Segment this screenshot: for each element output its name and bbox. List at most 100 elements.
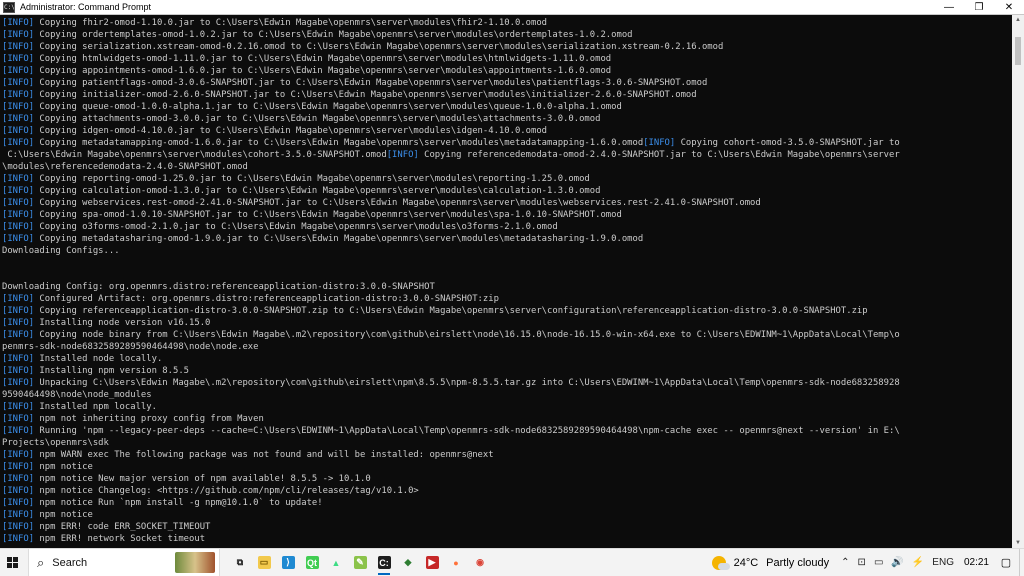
console-line: [INFO] Copying webservices.rest-omod-2.4… xyxy=(2,197,1012,209)
line-text: Copying calculation-omod-1.3.0.jar to C:… xyxy=(34,186,601,196)
taskbar-app-button[interactable]: ▭ xyxy=(252,549,276,576)
line-text: penmrs-sdk-node6832589289590464498\node\… xyxy=(2,342,259,352)
info-tag: [INFO] xyxy=(2,402,35,412)
window-title: Administrator: Command Prompt xyxy=(20,2,152,12)
partly-cloudy-icon xyxy=(711,555,730,570)
scroll-up-arrow-icon[interactable]: ▲ xyxy=(1012,15,1024,25)
volume-icon[interactable]: 🔊 xyxy=(891,557,903,568)
info-tag: [INFO] xyxy=(2,90,35,100)
line-text: npm WARN exec The following package was … xyxy=(34,450,494,460)
line-text: Copying initializer-omod-2.6.0-SNAPSHOT.… xyxy=(34,90,697,100)
show-hidden-icons-icon[interactable]: ⌃ xyxy=(841,557,849,568)
console-line: [INFO] npm WARN exec The following packa… xyxy=(2,449,1012,461)
console-line: [INFO] npm notice xyxy=(2,509,1012,521)
console-line: [INFO] Copying fhir2-omod-1.10.0.jar to … xyxy=(2,17,1012,29)
taskbar-app-button[interactable]: C: xyxy=(372,549,396,576)
taskbar-app-button[interactable]: ⧉ xyxy=(228,549,252,576)
line-text: npm ERR! network Socket timeout xyxy=(34,534,206,544)
taskbar-app-button[interactable]: ✎ xyxy=(348,549,372,576)
console-line: [INFO] Copying spa-omod-1.0.10-SNAPSHOT.… xyxy=(2,209,1012,221)
console-line: Projects\openmrs\sdk xyxy=(2,437,1012,449)
taskbar-app-button[interactable]: ◆ xyxy=(396,549,420,576)
info-tag: [INFO] xyxy=(2,42,35,52)
firefox-icon: ● xyxy=(453,557,459,568)
taskbar-clock[interactable]: 02:21 xyxy=(964,557,989,568)
info-tag: [INFO] xyxy=(2,426,35,436)
line-text: Copying referenceapplication-distro-3.0.… xyxy=(34,306,868,316)
info-tag: [INFO] xyxy=(2,78,35,88)
system-tray: 24°C Partly cloudy ⌃ ⊡ ▭ 🔊 ⚡ ENG 02:21 ▢ xyxy=(711,549,1024,576)
info-tag: [INFO] xyxy=(2,174,35,184)
console-line: [INFO] Copying reporting-omod-1.25.0.jar… xyxy=(2,173,1012,185)
info-tag: [INFO] xyxy=(2,450,35,460)
line-text: Copying node binary from C:\Users\Edwin … xyxy=(34,330,900,340)
taskbar-app-button[interactable]: ◉ xyxy=(468,549,492,576)
line-text: Installing node version v16.15.0 xyxy=(34,318,211,328)
console-line: penmrs-sdk-node6832589289590464498\node\… xyxy=(2,341,1012,353)
console-line: [INFO] Copying patientflags-omod-3.0.6-S… xyxy=(2,77,1012,89)
taskbar-app-button[interactable]: Qt xyxy=(300,549,324,576)
console-line: [INFO] npm ERR! network Socket timeout xyxy=(2,533,1012,545)
vertical-scrollbar[interactable]: ▲ ▼ xyxy=(1012,15,1024,548)
display-tray-icon[interactable]: ▭ xyxy=(874,557,883,568)
console-line: [INFO] Unpacking C:\Users\Edwin Magabe\.… xyxy=(2,377,1012,389)
info-tag: [INFO] xyxy=(2,126,35,136)
info-tag: [INFO] xyxy=(2,54,35,64)
weather-widget[interactable]: 24°C Partly cloudy xyxy=(711,555,829,570)
taskbar: ⌕ Search ⧉ ▭ ⟩ Qt ▲ ✎ C: ◆ ▶ ● ◉ 24°C Partly cloud… xyxy=(0,548,1024,576)
scrollbar-thumb[interactable] xyxy=(1015,37,1021,65)
info-tag: [INFO] xyxy=(2,474,35,484)
line-text: Installing npm version 8.5.5 xyxy=(34,366,190,376)
line-text: Copying metadatasharing-omod-1.9.0.jar t… xyxy=(34,234,644,244)
info-tag: [INFO] xyxy=(2,234,35,244)
info-tag: [INFO] xyxy=(2,306,35,316)
close-button[interactable]: ✕ xyxy=(994,0,1024,14)
maximize-button[interactable]: ❐ xyxy=(964,0,994,14)
line-text: C:\Users\Edwin Magabe\openmrs\server\mod… xyxy=(2,150,387,160)
command-prompt-icon: C: xyxy=(377,556,391,569)
console-line: [INFO] Copying metadatasharing-omod-1.9.… xyxy=(2,233,1012,245)
info-tag: [INFO] xyxy=(2,498,35,508)
console-line: [INFO] Copying attachments-omod-3.0.0.ja… xyxy=(2,113,1012,125)
minimize-button[interactable]: — xyxy=(934,0,964,14)
line-text: npm notice Changelog: <https://github.co… xyxy=(34,486,419,496)
show-desktop-button[interactable] xyxy=(1019,549,1024,576)
console-line: [INFO] Copying serialization.xstream-omo… xyxy=(2,41,1012,53)
line-text: Copying serialization.xstream-omod-0.2.1… xyxy=(34,42,724,52)
taskbar-app-button[interactable]: ● xyxy=(444,549,468,576)
console-line: [INFO] Copying referenceapplication-dist… xyxy=(2,305,1012,317)
line-text: Copying reporting-omod-1.25.0.jar to C:\… xyxy=(34,174,590,184)
network-tray-icon[interactable]: ⊡ xyxy=(858,557,866,568)
start-button[interactable] xyxy=(0,549,24,576)
taskbar-app-button[interactable]: ▶ xyxy=(420,549,444,576)
line-text: \modules\referencedemodata-2.4.0-SNAPSHO… xyxy=(2,162,248,172)
taskbar-search-box[interactable]: ⌕ Search xyxy=(28,549,220,576)
search-highlight-image xyxy=(175,552,215,573)
info-tag: [INFO] xyxy=(2,486,35,496)
info-tag: [INFO] xyxy=(2,414,35,424)
line-text: Copying htmlwidgets-omod-1.11.0.jar to C… xyxy=(34,54,612,64)
taskbar-app-button[interactable]: ▲ xyxy=(324,549,348,576)
line-text: Configured Artifact: org.openmrs.distro:… xyxy=(34,294,499,304)
window-controls: — ❐ ✕ xyxy=(934,0,1024,14)
battery-icon[interactable]: ⚡ xyxy=(912,557,924,568)
console-line: [INFO] Copying node binary from C:\Users… xyxy=(2,329,1012,341)
info-tag: [INFO] xyxy=(2,222,35,232)
line-text: Copying spa-omod-1.0.10-SNAPSHOT.jar to … xyxy=(34,210,622,220)
scroll-down-arrow-icon[interactable]: ▼ xyxy=(1012,538,1024,548)
line-text: npm notice New major version of npm avai… xyxy=(34,474,371,484)
line-text: Installed npm locally. xyxy=(34,402,157,412)
console-output[interactable]: [INFO] Copying fhir2-omod-1.10.0.jar to … xyxy=(0,15,1012,548)
info-tag: [INFO] xyxy=(2,186,35,196)
console-line: [INFO] Copying ordertemplates-omod-1.0.2… xyxy=(2,29,1012,41)
console-line: [INFO] Copying metadatamapping-omod-1.6.… xyxy=(2,137,1012,149)
language-indicator[interactable]: ENG xyxy=(932,557,954,568)
notification-icon[interactable]: ▢ xyxy=(997,554,1015,572)
taskbar-app-button[interactable]: ⟩ xyxy=(276,549,300,576)
search-label: Search xyxy=(52,556,88,569)
line-text: Copying ordertemplates-omod-1.0.2.jar to… xyxy=(34,30,633,40)
search-icon: ⌕ xyxy=(37,554,45,570)
line-text: npm not inheriting proxy config from Mav… xyxy=(34,414,264,424)
console-lines: [INFO] Copying fhir2-omod-1.10.0.jar to … xyxy=(0,15,1012,545)
notepad-icon: ✎ xyxy=(353,556,367,569)
